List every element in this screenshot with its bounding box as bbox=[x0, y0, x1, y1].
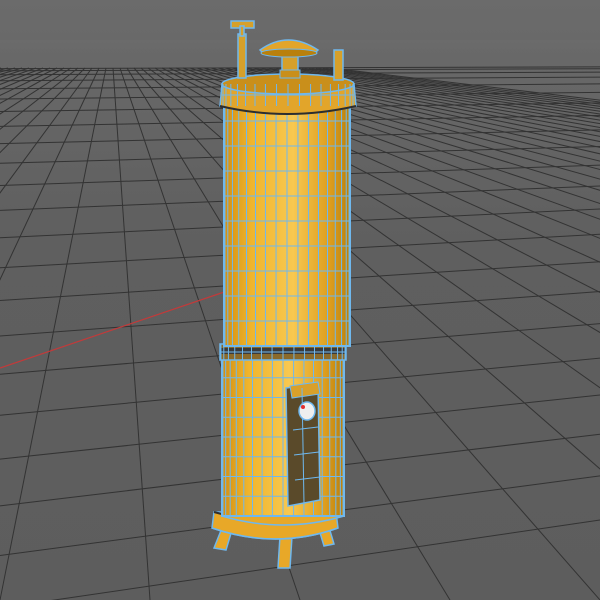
grid-line bbox=[0, 67, 100, 281]
right-pipe bbox=[333, 49, 344, 81]
grid-line bbox=[112, 67, 151, 600]
grid-line bbox=[0, 67, 93, 194]
water-heater-model[interactable] bbox=[211, 20, 357, 569]
grid-line bbox=[0, 67, 23, 75]
lower-tank bbox=[221, 357, 345, 526]
grid-line bbox=[0, 67, 16, 73]
upper-tank bbox=[223, 95, 351, 347]
grid-line bbox=[0, 67, 79, 130]
dial-knob[interactable] bbox=[298, 401, 316, 421]
x-axis-line bbox=[0, 287, 237, 369]
control-panel[interactable] bbox=[285, 381, 321, 507]
grid-line bbox=[0, 67, 72, 115]
grid-line bbox=[0, 67, 2, 69]
grid-line bbox=[0, 67, 86, 154]
grid-line bbox=[0, 67, 107, 600]
grid-line bbox=[0, 67, 9, 71]
3d-viewport[interactable] bbox=[0, 0, 600, 600]
grid-line bbox=[133, 67, 600, 600]
